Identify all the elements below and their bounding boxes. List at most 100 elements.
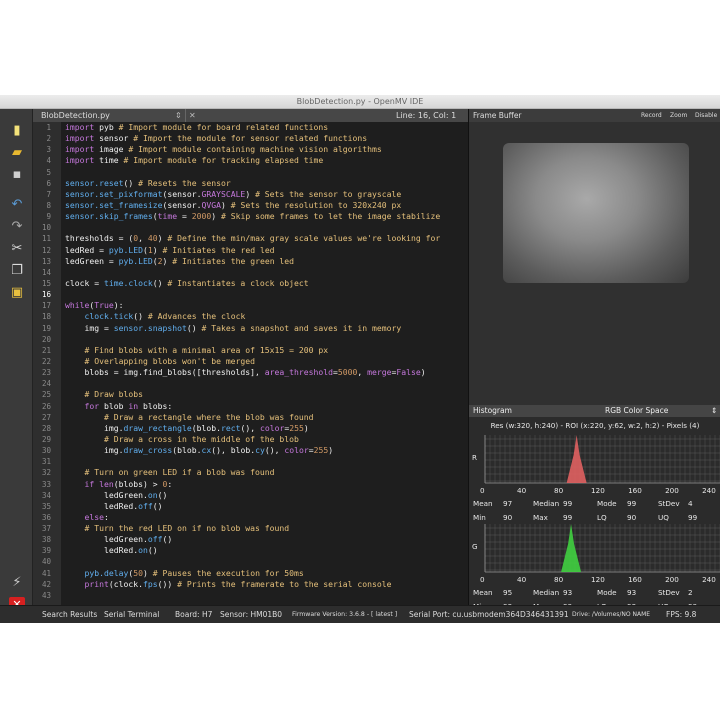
line-number: 29 <box>41 434 51 444</box>
code-token: pyb.LED <box>118 255 153 266</box>
code-line[interactable] <box>61 556 468 567</box>
code-line[interactable]: img.draw_rectangle(blob.rect(), color=25… <box>61 423 468 434</box>
code-line[interactable]: ledGreen.off() <box>61 534 468 545</box>
code-token: len <box>99 478 114 489</box>
code-token: # Initiates the green led <box>172 255 295 266</box>
record-button[interactable]: Record <box>641 109 662 122</box>
code-line[interactable]: pyb.delay(50) # Pauses the execution for… <box>61 568 468 579</box>
code-line[interactable]: # Draw blobs <box>61 389 468 400</box>
code-line[interactable] <box>61 456 468 467</box>
code-token: ) <box>245 188 256 199</box>
code-line[interactable]: clock = time.clock() # Instantiates a cl… <box>61 278 468 289</box>
stat-label-median: Median <box>533 588 560 597</box>
stat-value-mode: 93 <box>627 588 637 597</box>
code-token: (clock. <box>108 578 143 589</box>
code-line[interactable]: sensor.set_framesize(sensor.QVGA) # Sets… <box>61 200 468 211</box>
code-line[interactable]: for blob in blobs: <box>61 401 468 412</box>
x-tick-label: 120 <box>591 575 605 584</box>
code-line[interactable]: img.draw_cross(blob.cx(), blob.cy(), col… <box>61 445 468 456</box>
line-number: 22 <box>41 356 51 366</box>
copy-icon[interactable]: ❐ <box>9 263 25 279</box>
firmware-label[interactable]: Firmware Version: 3.6.8 - [ latest ] <box>292 606 397 623</box>
stat-value-mode: 99 <box>627 499 637 508</box>
code-line[interactable]: # Overlapping blobs won't be merged <box>61 356 468 367</box>
code-line[interactable]: ledGreen = pyb.LED(2) # Initiates the gr… <box>61 256 468 267</box>
code-line[interactable]: # Find blobs with a minimal area of 15x1… <box>61 345 468 356</box>
save-icon[interactable]: ▪ <box>9 167 25 183</box>
code-token: sensor <box>94 133 134 144</box>
code-token: (), <box>240 422 260 433</box>
code-line[interactable]: # Draw a cross in the middle of the blob <box>61 434 468 445</box>
close-tab-icon[interactable]: ✕ <box>189 109 196 122</box>
code-line[interactable]: clock.tick() # Advances the clock <box>61 311 468 322</box>
code-line[interactable] <box>61 167 468 178</box>
code-token: fps <box>143 578 158 589</box>
code-editor[interactable]: import pyb # Import module for board rel… <box>61 122 468 605</box>
code-line[interactable]: ledRed.off() <box>61 501 468 512</box>
cut-icon[interactable]: ✂ <box>9 241 25 257</box>
camera-image[interactable] <box>503 143 689 283</box>
code-line[interactable]: ledRed = pyb.LED(1) # Initiates the red … <box>61 245 468 256</box>
code-line[interactable] <box>61 289 468 300</box>
code-line[interactable]: else: <box>61 512 468 523</box>
code-token: # Instantiates a clock object <box>167 277 309 288</box>
code-line[interactable]: sensor.reset() # Resets the sensor <box>61 178 468 189</box>
code-line[interactable]: sensor.set_pixformat(sensor.GRAYSCALE) #… <box>61 189 468 200</box>
undo-icon[interactable]: ↶ <box>9 197 25 213</box>
code-line[interactable] <box>61 267 468 278</box>
paste-icon[interactable]: ▣ <box>9 285 25 301</box>
code-line[interactable]: thresholds = (0, 40) # Define the min/ma… <box>61 233 468 244</box>
zoom-button[interactable]: Zoom <box>670 109 687 122</box>
code-line[interactable]: import pyb # Import module for board rel… <box>61 122 468 133</box>
code-line[interactable]: import time # Import module for tracking… <box>61 155 468 166</box>
disable-button[interactable]: Disable <box>695 109 717 122</box>
tab-dropdown-icon[interactable]: ⇕ <box>175 109 182 122</box>
code-line[interactable]: img = sensor.snapshot() # Takes a snapsh… <box>61 323 468 334</box>
histogram-title: Histogram <box>473 406 512 415</box>
redo-icon[interactable]: ↷ <box>9 219 25 235</box>
code-token: 5000 <box>337 367 358 378</box>
code-token: 40 <box>147 233 158 244</box>
code-line[interactable] <box>61 222 468 233</box>
code-token: ) <box>162 255 173 266</box>
code-line[interactable]: import image # Import module containing … <box>61 144 468 155</box>
code-token: blobs = img.find_blobs([thresholds], <box>65 367 265 378</box>
stat-label-stdev: StDev <box>658 588 680 597</box>
code-line[interactable] <box>61 334 468 345</box>
line-number: 6 <box>46 178 51 188</box>
select-arrow-icon[interactable]: ⇕ <box>711 405 717 417</box>
code-line[interactable]: print(clock.fps()) # Prints the framerat… <box>61 579 468 590</box>
code-line[interactable]: sensor.skip_frames(time = 2000) # Skip s… <box>61 211 468 222</box>
code-line[interactable]: # Turn on green LED if a blob was found <box>61 467 468 478</box>
serial-terminal-tab[interactable]: Serial Terminal <box>104 606 159 623</box>
new-file-icon[interactable]: ▮ <box>9 123 25 139</box>
code-line[interactable]: import sensor # Import the module for se… <box>61 133 468 144</box>
code-token: blob <box>99 400 129 411</box>
board-label: Board: H7 <box>175 610 213 619</box>
open-folder-icon[interactable]: ▰ <box>9 145 25 161</box>
stat-value-min: 90 <box>503 513 513 522</box>
code-line[interactable]: if len(blobs) > 0: <box>61 479 468 490</box>
code-line[interactable]: while(True): <box>61 300 468 311</box>
colorspace-select[interactable]: RGB Color Space <box>605 405 668 417</box>
code-line[interactable]: blobs = img.find_blobs([thresholds], are… <box>61 367 468 378</box>
code-token: while <box>65 300 90 311</box>
code-line[interactable] <box>61 590 468 601</box>
search-results-tab[interactable]: Search Results <box>42 606 97 623</box>
line-number: 28 <box>41 423 51 433</box>
code-line[interactable] <box>61 378 468 389</box>
code-line[interactable]: # Turn the red LED on if no blob was fou… <box>61 523 468 534</box>
code-token: , <box>357 367 368 378</box>
code-line[interactable]: # Draw a rectangle where the blob was fo… <box>61 412 468 423</box>
code-token: # Draw a cross in the middle of the blob <box>103 433 299 444</box>
code-token: cx <box>201 445 212 456</box>
code-line[interactable]: ledGreen.on() <box>61 490 468 501</box>
connect-icon[interactable]: ⚡ <box>9 575 25 591</box>
code-token: if <box>84 478 95 489</box>
file-tab[interactable]: BlobDetection.py <box>41 109 110 122</box>
code-token: () <box>157 489 168 500</box>
code-token: img = <box>65 322 114 333</box>
code-line[interactable]: ledRed.on() <box>61 545 468 556</box>
